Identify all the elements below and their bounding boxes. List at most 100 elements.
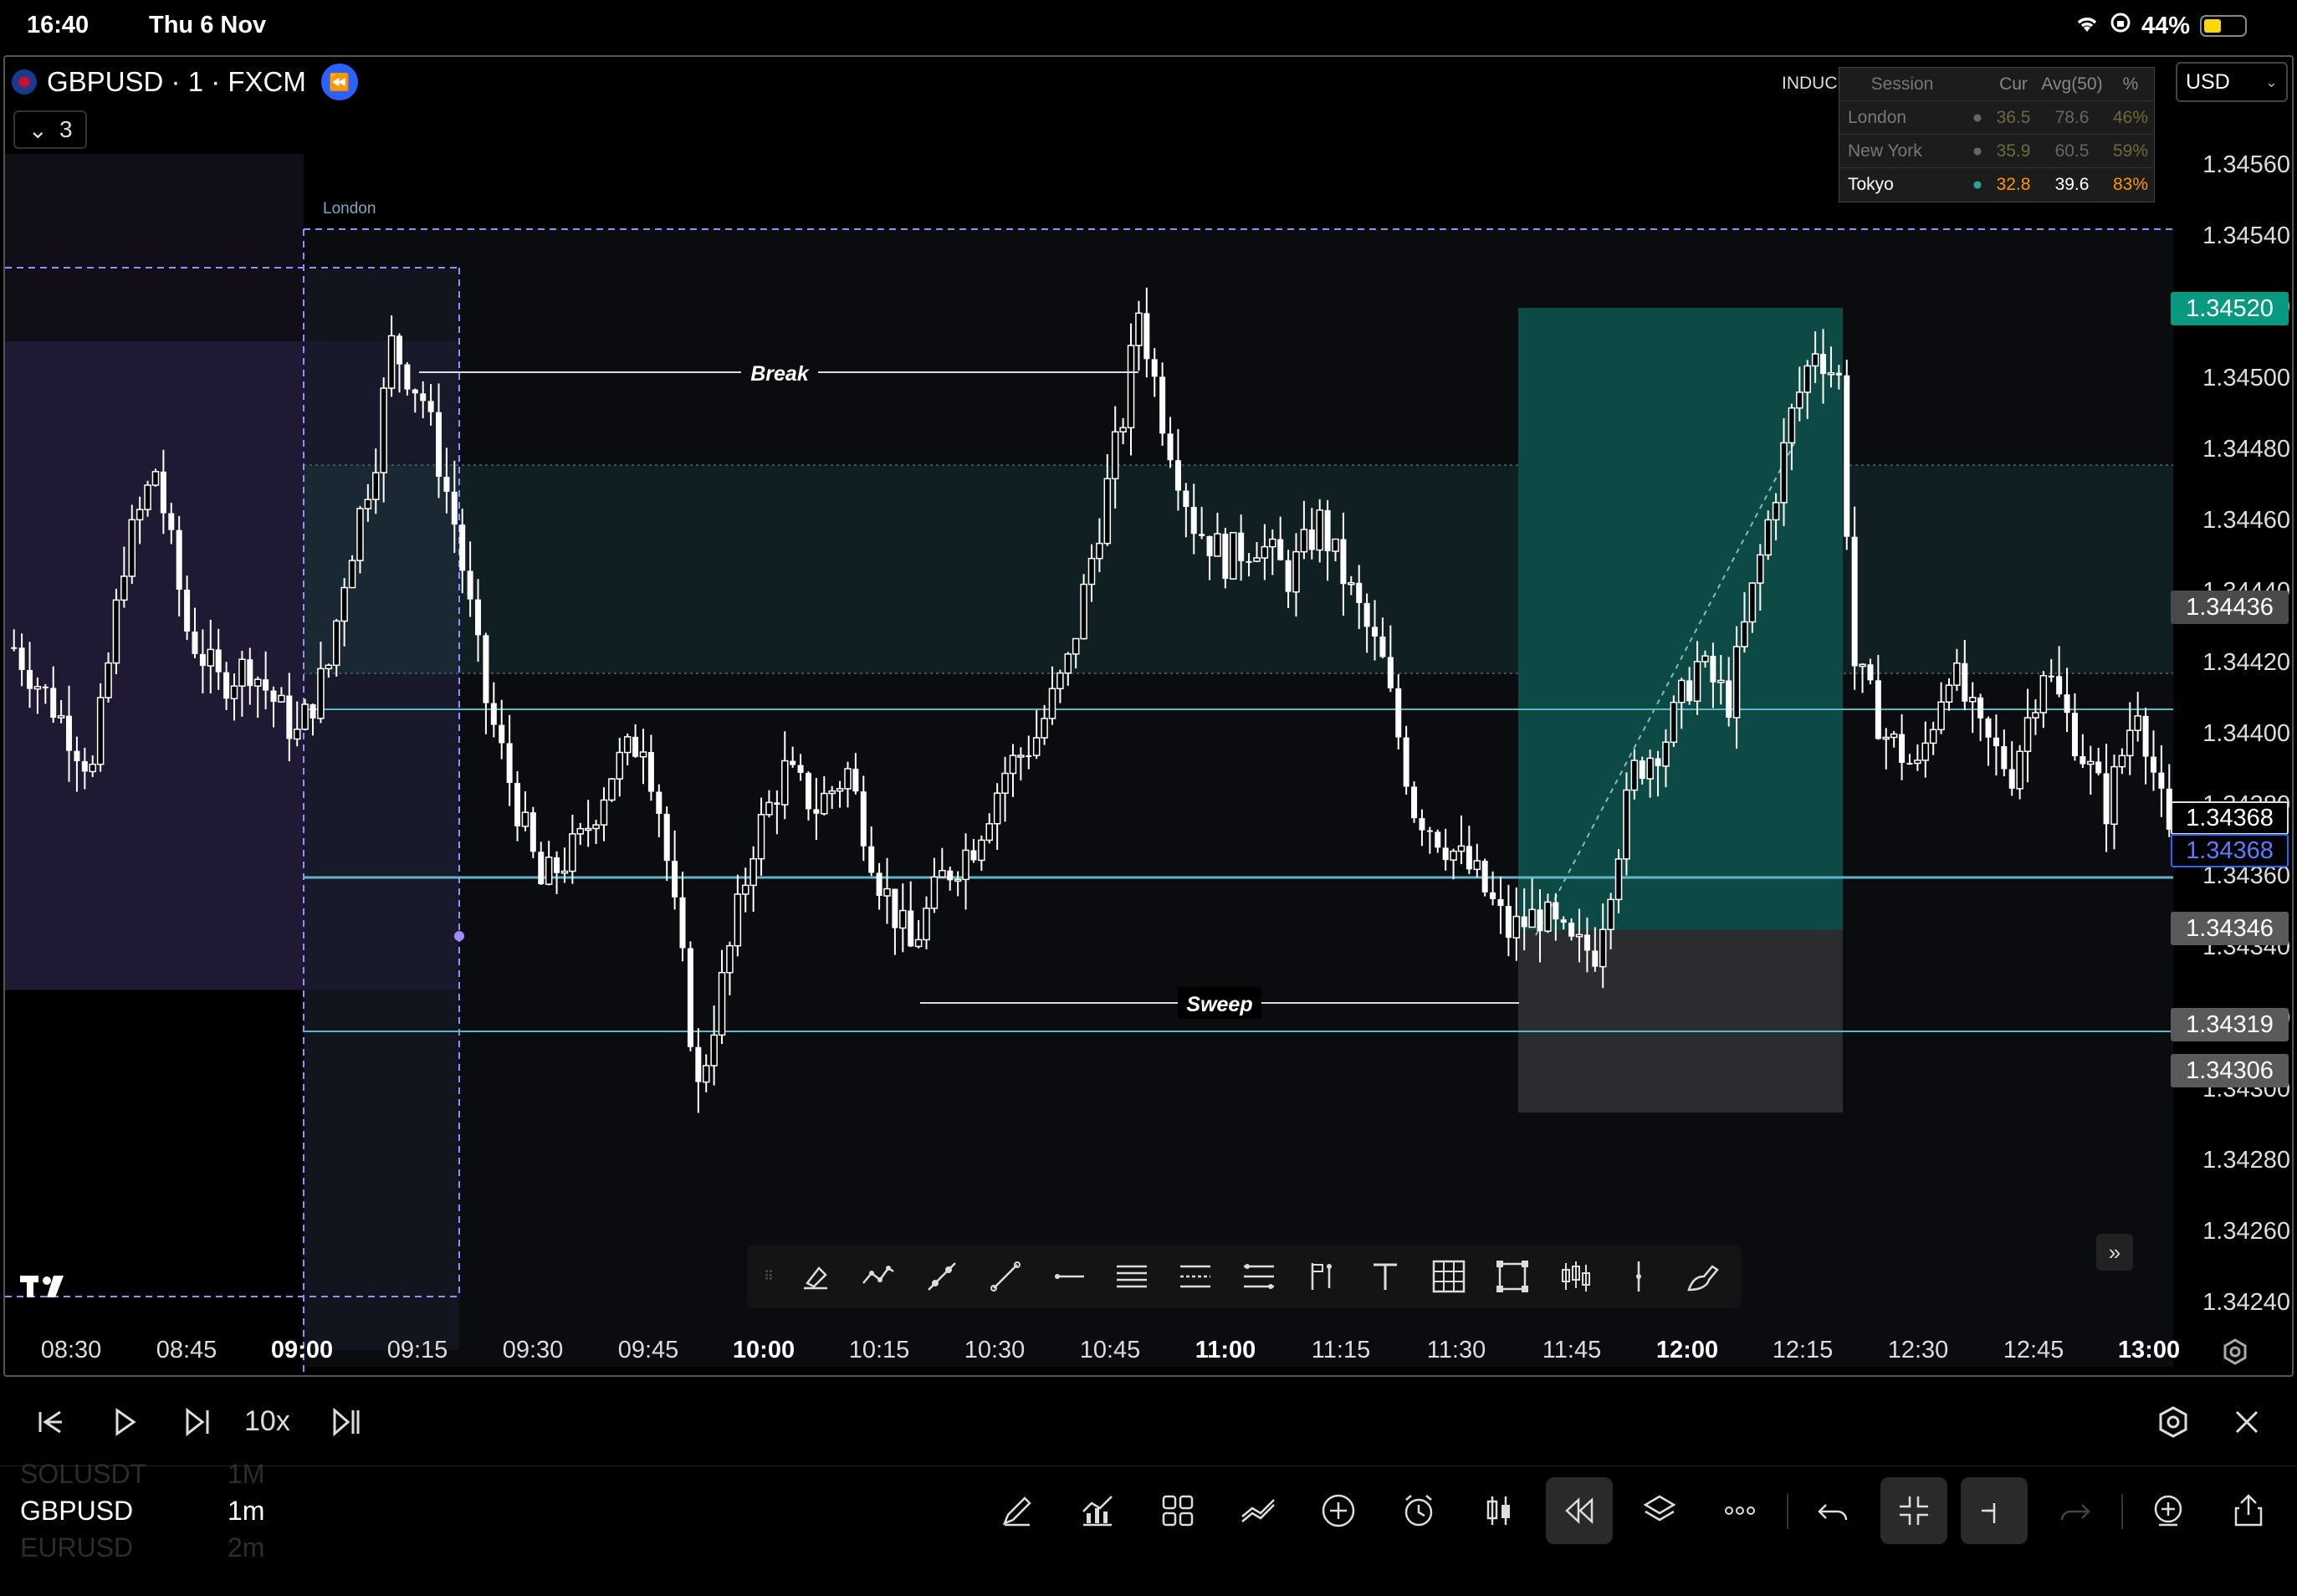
candle-body-down xyxy=(1363,602,1370,627)
currency-value: USD xyxy=(2186,69,2230,94)
chart-settings-icon[interactable] xyxy=(2220,1337,2250,1367)
candle-body-down xyxy=(2071,713,2078,757)
jump-to-start-icon[interactable] xyxy=(25,1397,75,1447)
candle-body-down xyxy=(1426,830,1433,832)
candle-body-down xyxy=(2103,773,2110,825)
candle-body-down xyxy=(656,791,662,814)
ray-tool-icon[interactable] xyxy=(913,1251,970,1302)
jump-to-realtime-icon[interactable] xyxy=(321,1397,371,1447)
add-chat-icon[interactable] xyxy=(2135,1477,2202,1544)
expand-toolbar-button[interactable]: » xyxy=(2096,1234,2133,1271)
replay-speed-button[interactable]: 10x xyxy=(244,1405,290,1438)
candle-body-down xyxy=(1568,923,1575,937)
brush-tool-icon[interactable] xyxy=(1674,1251,1731,1302)
candle-body-up xyxy=(1701,655,1709,662)
bars-pattern-tool-icon[interactable] xyxy=(1548,1251,1604,1302)
time-axis-label: 08:30 xyxy=(40,1337,102,1363)
undo-icon[interactable] xyxy=(1800,1477,1867,1544)
more-options-icon[interactable] xyxy=(1706,1477,1773,1544)
watchlist-item-active[interactable]: GBPUSD 1m xyxy=(20,1496,264,1527)
replay-rewind-icon[interactable] xyxy=(1546,1477,1613,1544)
trend-line-tool-icon[interactable] xyxy=(977,1251,1034,1302)
replay-mode-icon[interactable]: ⏪ xyxy=(320,64,358,100)
candle-body-up xyxy=(1119,427,1127,432)
candle-body-down xyxy=(805,772,811,810)
candle-body-up xyxy=(1859,663,1866,668)
price-chart[interactable]: Break Sweep London xyxy=(5,57,2294,1377)
long-position-tool-icon[interactable] xyxy=(1294,1251,1351,1302)
text-tool-icon[interactable] xyxy=(1358,1251,1415,1302)
candle-body-down xyxy=(1277,539,1284,560)
session-cur: 36.5 xyxy=(1996,107,2031,127)
candle-body-up xyxy=(2032,712,2039,719)
candle-body-up xyxy=(136,509,144,521)
candlestick-type-icon[interactable] xyxy=(1466,1477,1532,1544)
regression-channel-tool-icon[interactable] xyxy=(1167,1251,1224,1302)
candle-body-down xyxy=(1246,560,1252,563)
rectangle-tool-icon[interactable] xyxy=(1484,1251,1541,1302)
candle-body-down xyxy=(310,703,316,719)
candle-body-up xyxy=(1599,928,1607,968)
candle-body-up xyxy=(757,814,765,860)
tradingview-logo xyxy=(20,1271,72,1309)
time-axis-label: 09:45 xyxy=(617,1337,679,1363)
watchlist-item[interactable]: SOLUSDT 1M xyxy=(20,1459,264,1490)
parallel-channel-tool-icon[interactable] xyxy=(1104,1251,1161,1302)
candle-body-down xyxy=(451,491,458,525)
collapse-icon[interactable] xyxy=(1880,1477,1947,1544)
candle-body-up xyxy=(821,792,828,815)
candle-body-up xyxy=(1968,697,1977,703)
alarm-clock-icon[interactable] xyxy=(1385,1477,1452,1544)
close-replay-icon[interactable] xyxy=(2222,1397,2272,1447)
candle-body-down xyxy=(1993,737,1999,747)
candle-body-up xyxy=(1064,653,1072,674)
path-tool-icon[interactable] xyxy=(851,1251,908,1302)
candle-body-down xyxy=(490,703,497,725)
candle-body-up xyxy=(1937,701,1945,731)
redo-icon[interactable] xyxy=(2041,1477,2108,1544)
candle-body-down xyxy=(1521,916,1527,928)
candle-body-down xyxy=(1686,680,1693,702)
drag-handle-icon[interactable]: ⠿ xyxy=(757,1251,780,1302)
battery-percent: 44% xyxy=(2141,12,2190,39)
candle-body-up xyxy=(1575,934,1583,938)
crosshair-corner-icon[interactable] xyxy=(1961,1477,2028,1544)
indicators-toggle-button[interactable]: ⌄ 3 xyxy=(13,110,87,149)
currency-select[interactable]: USD ⌄ xyxy=(2176,62,2288,102)
watchlist-item[interactable]: EURUSD 2m xyxy=(20,1532,264,1563)
time-axis[interactable]: 08:30 08:45 09:00 09:15 09:30 09:45 10:00 10:15… xyxy=(0,1337,2180,1370)
candle-body-down xyxy=(1977,697,1984,719)
candle-body-down xyxy=(529,812,536,852)
fib-retracement-tool-icon[interactable] xyxy=(1230,1251,1287,1302)
candle-body-down xyxy=(1372,627,1379,637)
candle-body-down xyxy=(868,846,875,873)
candle-body-up xyxy=(1292,550,1300,593)
vertical-line-tool-icon[interactable] xyxy=(1610,1251,1667,1302)
replay-settings-icon[interactable] xyxy=(2148,1397,2198,1447)
candle-body-up xyxy=(954,878,962,882)
compare-symbols-icon[interactable] xyxy=(1225,1477,1292,1544)
candle-body-up xyxy=(1528,908,1536,928)
candle-body-up xyxy=(2039,675,2048,714)
last-price-tag: 1.34368 xyxy=(2171,801,2289,835)
candle-body-up xyxy=(1332,538,1339,552)
add-plus-icon[interactable] xyxy=(1305,1477,1372,1544)
layers-icon[interactable] xyxy=(1626,1477,1693,1544)
symbol-header[interactable]: GBPUSD · 1 · FXCM ⏪ xyxy=(12,64,358,100)
grid-tool-icon[interactable] xyxy=(1420,1251,1477,1302)
chart-pane[interactable]: Break Sweep London xyxy=(3,55,2294,1377)
candle-body-down xyxy=(2095,761,2102,774)
play-icon[interactable] xyxy=(99,1397,149,1447)
indicators-chart-icon[interactable] xyxy=(1064,1477,1131,1544)
cursor-tool-icon[interactable] xyxy=(787,1251,844,1302)
symbol-title[interactable]: GBPUSD · 1 · FXCM xyxy=(47,66,306,98)
candle-body-up xyxy=(1693,661,1701,703)
share-icon[interactable] xyxy=(2215,1477,2282,1544)
horizontal-ray-tool-icon[interactable] xyxy=(1041,1251,1097,1302)
drawing-pen-icon[interactable] xyxy=(984,1477,1051,1544)
candle-body-down xyxy=(499,724,505,744)
layout-grid-icon[interactable] xyxy=(1144,1477,1211,1544)
step-forward-icon[interactable] xyxy=(172,1397,223,1447)
candle-body-up xyxy=(1796,391,1803,409)
candle-body-up xyxy=(939,869,946,878)
